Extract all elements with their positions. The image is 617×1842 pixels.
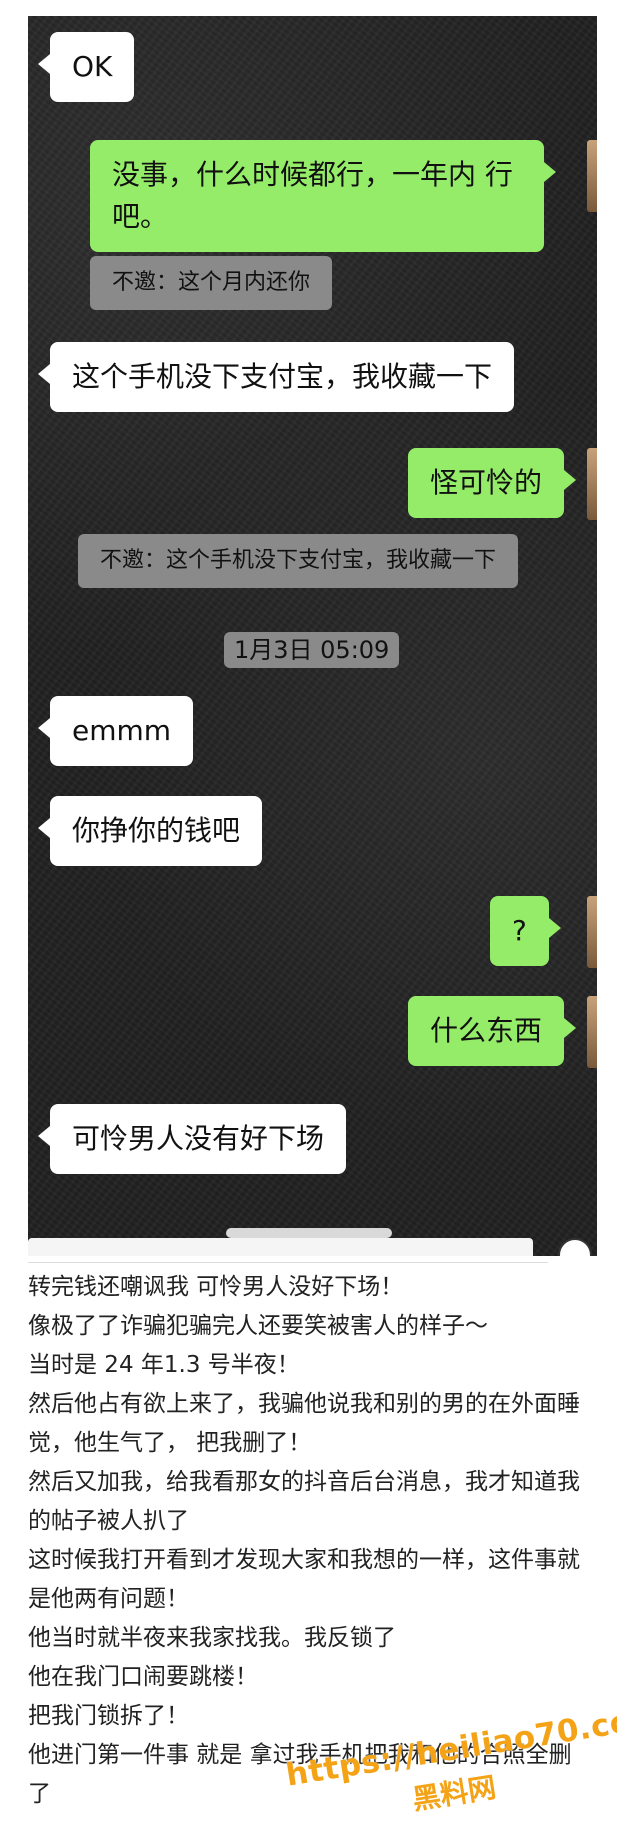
message-incoming: emmm (37, 696, 194, 766)
quote-text: 不邀：这个手机没下支付宝，我收藏一下 (100, 548, 497, 573)
message-outgoing: 什么东西 (408, 996, 577, 1066)
message-outgoing: 没事，什么时候都行，一年内 行吧。 (90, 140, 556, 252)
message-outgoing: 怪可怜的 (408, 448, 577, 518)
message-text: 怪可怜的 (430, 466, 543, 499)
quote-text: 不邀：这个月内还你 (112, 270, 311, 295)
message-incoming: 你挣你的钱吧 (37, 796, 263, 866)
avatar (587, 448, 597, 520)
message-input[interactable] (28, 1238, 533, 1256)
message-text: ? (512, 914, 527, 947)
avatar (587, 896, 597, 968)
message-outgoing: ? (490, 896, 561, 966)
quoted-reply: 不邀：这个手机没下支付宝，我收藏一下 (78, 534, 519, 588)
avatar (587, 140, 597, 212)
divider (28, 1262, 548, 1263)
scroll-indicator (226, 1228, 392, 1238)
post-line: 然后又加我，给我看那女的抖音后台消息，我才知道我的帖子被人扒了 (28, 1469, 580, 1534)
post-line: 像极了了诈骗犯骗完人还要笑被害人的样子～ (28, 1313, 488, 1339)
quoted-reply: 不邀：这个月内还你 (90, 256, 333, 310)
message-text: 没事，什么时候都行，一年内 行吧。 (112, 158, 513, 233)
message-text: 这个手机没下支付宝，我收藏一下 (72, 360, 493, 393)
message-text: emmm (72, 714, 172, 747)
message-timestamp: 1月3日 05:09 (224, 632, 400, 668)
chat-screenshot: OK 没事，什么时候都行，一年内 行吧。 不邀：这个月内还你 这个手机没下支付宝… (28, 16, 597, 1256)
message-incoming: 这个手机没下支付宝，我收藏一下 (37, 342, 515, 412)
post-line: 转完钱还嘲讽我 可怜男人没好下场！ (28, 1274, 404, 1300)
message-incoming: OK (37, 32, 135, 102)
message-incoming: 可怜男人没有好下场 (37, 1104, 347, 1174)
post-line: 然后他占有欲上来了，我骗他说我和别的男的在外面睡觉，他生气了， 把我删了！ (28, 1391, 580, 1456)
avatar (587, 996, 597, 1068)
post-line: 他在我门口闹要跳楼！ (28, 1664, 258, 1690)
message-text: 你挣你的钱吧 (72, 814, 241, 847)
post-line: 这时候我打开看到才发现大家和我想的一样，这件事就是他两有问题！ (28, 1547, 580, 1612)
message-text: OK (72, 50, 113, 83)
message-text: 可怜男人没有好下场 (72, 1122, 325, 1155)
emoji-icon[interactable] (558, 1238, 592, 1256)
message-text: 什么东西 (430, 1014, 543, 1047)
post-line: 当时是 24 年1.3 号半夜！ (28, 1352, 300, 1378)
post-line: 他当时就半夜来我家找我。我反锁了 (28, 1625, 396, 1651)
